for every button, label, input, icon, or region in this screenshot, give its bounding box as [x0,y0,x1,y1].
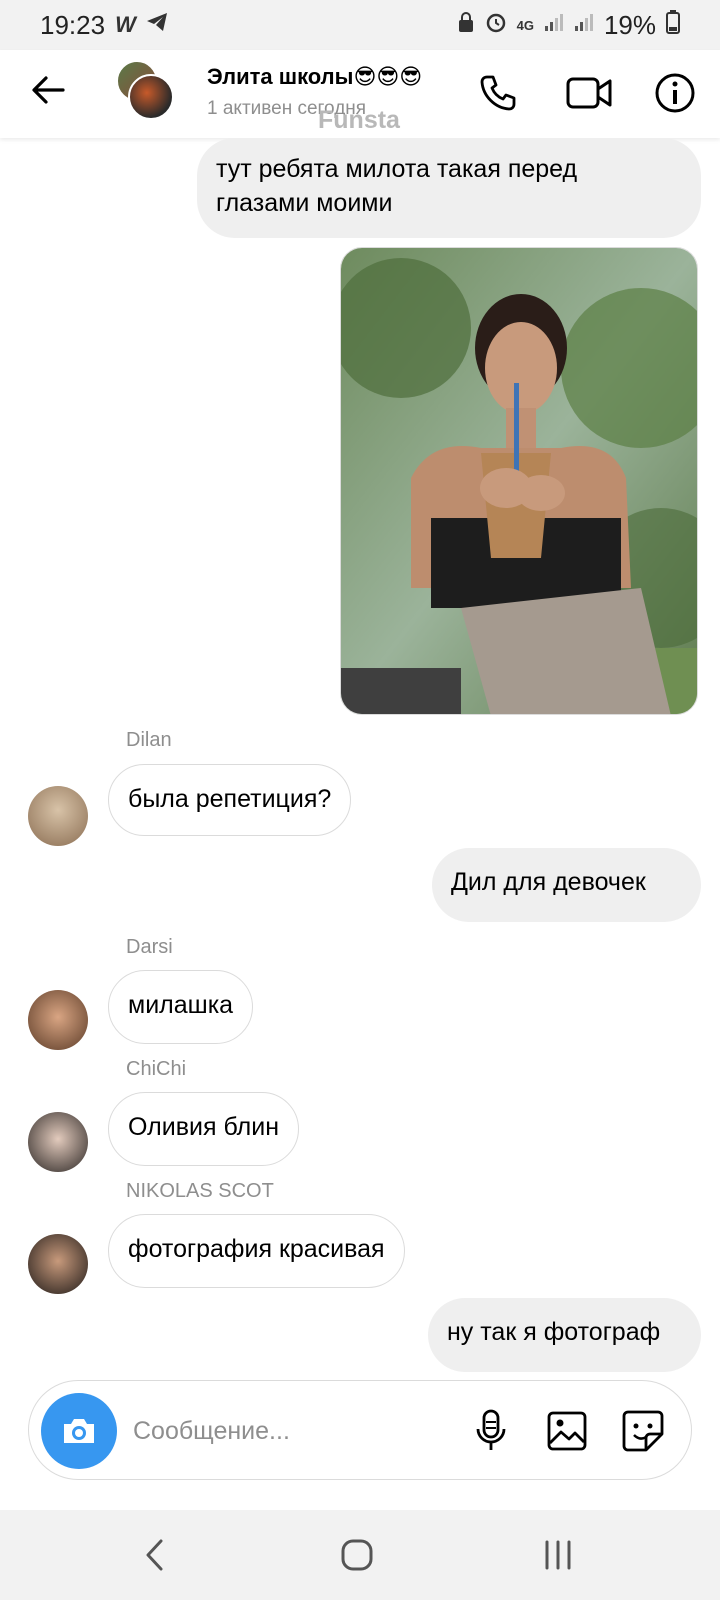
avatar-darsi[interactable] [28,990,88,1050]
message-bubble-outgoing[interactable]: тут ребята милота такая перед глазами мо… [197,138,701,238]
nav-home-button[interactable] [332,1532,382,1578]
sender-name: Dilan [126,729,172,751]
battery-icon [666,10,680,40]
nav-back-button[interactable] [130,1532,180,1578]
phone-icon [480,75,516,111]
microphone-icon [476,1409,506,1450]
status-right: 4G 19% [457,10,680,41]
group-avatar-front [128,74,174,120]
message-text-line: тут ребята милота такая перед [216,155,578,183]
telegram-notification-icon [146,12,168,38]
sender-name: NIKOLAS SCOT [126,1180,274,1202]
signal-icon-2 [574,12,594,38]
nav-back-icon [146,1539,163,1571]
status-time: 19:23 [40,9,106,40]
message-bubble-incoming[interactable]: Оливия блин [108,1092,300,1166]
nav-recents-icon [545,1540,571,1570]
avatar-chichi[interactable] [28,1112,88,1172]
call-button[interactable] [475,70,521,116]
battery-percent: 19% [603,9,656,40]
group-avatar[interactable] [116,60,176,120]
message-bubble-incoming[interactable]: была репетиция? [108,764,352,836]
voice-message-button[interactable] [467,1407,515,1455]
overlay-watermark-text: Funsta [318,106,400,134]
avatar-nikolas-scot[interactable] [28,1234,88,1294]
video-camera-icon [566,77,612,109]
message-text: была репетиция? [128,785,332,813]
chat-title[interactable]: Элита школы😎😎😎 [207,64,422,90]
message-text: фотография красивая [128,1235,385,1263]
message-text-line: глазами моими [216,189,393,217]
sender-name: Darsi [126,936,173,958]
video-call-button[interactable] [563,70,615,116]
nav-recents-button[interactable] [533,1532,583,1578]
message-composer [28,1380,692,1480]
avatar-dilan[interactable] [28,786,88,846]
message-bubble-incoming[interactable]: милашка [108,970,254,1044]
nav-home-icon [341,1539,373,1571]
camera-icon [64,1419,94,1443]
message-text: Оливия блин [128,1113,280,1141]
signal-icon-1 [544,12,564,38]
system-navigation-bar [0,1510,720,1600]
sticker-icon [622,1410,664,1452]
message-bubble-outgoing[interactable]: ну так я фотограф [428,1298,701,1372]
status-left: 19:23 W [40,10,168,41]
image-icon [547,1411,587,1451]
message-bubble-outgoing[interactable]: Дил для девочек [432,848,701,922]
message-text: милашка [128,991,234,1019]
photo-content [341,248,697,714]
message-text: ну так я фотограф [447,1318,661,1346]
message-input[interactable] [133,1409,453,1453]
shared-photo-message[interactable] [340,247,698,715]
network-type: 4G [516,17,534,33]
info-button[interactable] [652,70,698,116]
lock-icon [457,11,475,39]
back-arrow-icon [32,76,65,104]
alarm-icon [485,11,507,39]
info-icon [655,73,695,113]
whatsapp-notification-icon: W [115,12,136,37]
status-bar: 19:23 W 4G 19% [0,0,720,50]
sticker-button[interactable] [619,1407,667,1455]
gallery-button[interactable] [543,1407,591,1455]
camera-button[interactable] [41,1393,117,1469]
back-button[interactable] [28,70,68,110]
message-text: Дил для девочек [451,868,646,896]
message-bubble-incoming[interactable]: фотография красивая [108,1214,405,1288]
sender-name: ChiChi [126,1058,187,1080]
